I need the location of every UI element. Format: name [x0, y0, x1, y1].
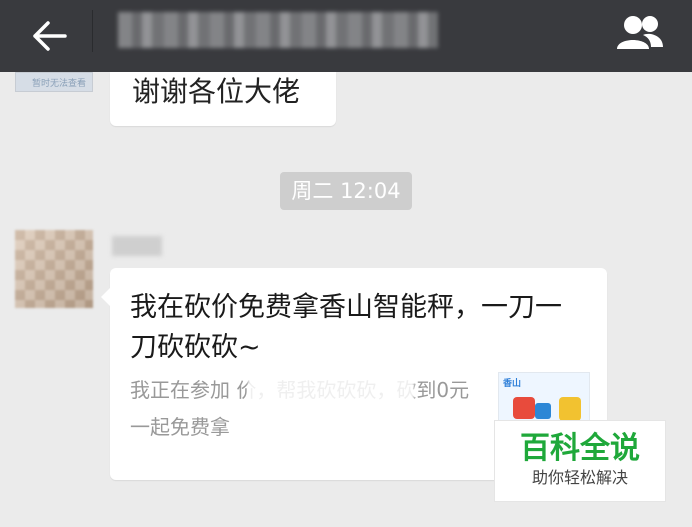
- back-button[interactable]: [22, 8, 78, 64]
- arrow-left-icon: [33, 21, 67, 51]
- header-divider: [92, 10, 93, 52]
- previous-message-text: 谢谢各位大佬: [132, 75, 301, 108]
- product-image-red: [513, 397, 535, 419]
- contacts-icon: [617, 16, 663, 49]
- previous-message-bubble[interactable]: 谢谢各位大佬: [110, 72, 336, 126]
- previous-image-thumbnail[interactable]: 暂时无法查看: [15, 72, 93, 92]
- top-bar: [0, 0, 692, 72]
- watermark-subtitle: 助你轻松解决: [531, 468, 628, 487]
- thumbnail-brand: 香山: [503, 379, 522, 389]
- chat-members-button[interactable]: [610, 8, 670, 58]
- link-title: 我在砍价免费拿香山智能秤，一刀一刀砍砍砍~: [130, 292, 562, 363]
- avatar[interactable]: [15, 230, 93, 308]
- thumbnail-caption: 暂时无法查看: [32, 79, 87, 89]
- sender-name-blurred: [112, 236, 162, 256]
- product-image-blue: [535, 403, 551, 419]
- watermark-title: 百科全说: [520, 431, 640, 466]
- description-blurred: [248, 378, 414, 402]
- chat-title-blurred: [118, 12, 438, 48]
- timestamp-chip: 周二 12:04: [280, 172, 412, 210]
- watermark-logo: 百科全说 助你轻松解决: [494, 420, 666, 502]
- product-image-yellow: [559, 397, 581, 421]
